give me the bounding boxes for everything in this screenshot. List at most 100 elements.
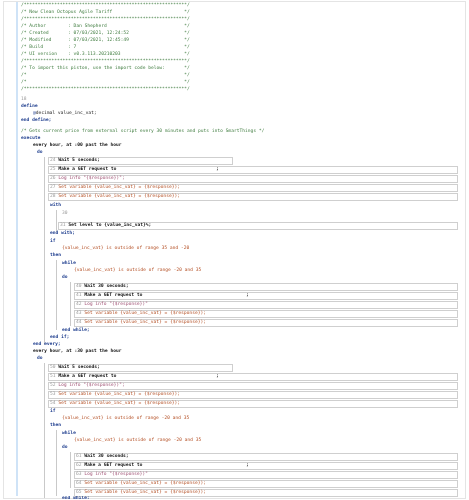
block-bar xyxy=(70,452,71,488)
do-keyword: do xyxy=(37,150,43,155)
statement-wait[interactable]: 24 Wait 5 seconds; xyxy=(50,158,100,165)
statement-wait[interactable]: 50 Wait 5 seconds; xyxy=(50,365,100,372)
statement-semicolon: ; xyxy=(216,167,219,172)
block-bar xyxy=(70,282,71,326)
header-line: /***************************************… xyxy=(21,17,190,22)
condition-text: {value_inc_vat} is outside of range -20 … xyxy=(74,438,202,443)
statement-box[interactable] xyxy=(74,283,458,291)
line-number: 50 xyxy=(50,365,56,370)
header-line: /* Modified : 07/03/2021, 12:45:49 */ xyxy=(21,38,190,43)
statement-text: Set variable {value_inc_vat} = {$respons… xyxy=(58,401,181,406)
while-keyword[interactable]: while xyxy=(62,431,76,438)
statement-set-variable[interactable]: 53 Set variable {value_inc_vat} = {$resp… xyxy=(50,392,180,399)
header-line: /* */ xyxy=(21,80,190,85)
do-keyword: do xyxy=(62,275,68,280)
line-number: 65 xyxy=(76,490,82,495)
block-bar xyxy=(56,210,57,232)
then-keyword: then xyxy=(50,423,62,428)
variable-declaration[interactable]: @decimal value_inc_vat; xyxy=(33,111,97,118)
then-keyword: then xyxy=(50,253,62,258)
statement-text: Set level to {value_inc_vat}%; xyxy=(68,223,152,228)
header-line: /* UI version : v0.3.113.20210203 */ xyxy=(21,52,190,57)
if-condition[interactable]: {value_inc_vat} is outside of range -20 … xyxy=(62,416,189,423)
statement-set-variable[interactable]: 44 Set variable {value_inc_vat} = {$resp… xyxy=(76,320,206,327)
every-statement[interactable]: every hour, at :30 past the hour xyxy=(33,349,122,356)
statement-set-variable[interactable]: 54 Set variable {value_inc_vat} = {$resp… xyxy=(50,401,180,408)
statement-box[interactable] xyxy=(74,453,458,461)
statement-text: Make a GET request to xyxy=(84,293,143,298)
end-define-keyword: end define; xyxy=(21,118,52,123)
condition-text: {value_inc_vat} is outside of range -20 … xyxy=(62,416,190,421)
statement-get-request[interactable]: 51 Make a GET request to xyxy=(50,374,116,381)
statement-set-variable[interactable]: 43 Set variable {value_inc_vat} = {$resp… xyxy=(76,311,206,318)
statement-set-variable[interactable]: 65 Set variable {value_inc_vat} = {$resp… xyxy=(76,490,206,497)
block-bar xyxy=(44,363,45,498)
end-if-keyword: end if; xyxy=(50,335,70,340)
end-while-keyword: end while; xyxy=(62,328,90,333)
line-number: 42 xyxy=(76,302,82,307)
statement-text: Make a GET request to xyxy=(84,463,143,468)
block-bar xyxy=(56,430,57,496)
if-keyword[interactable]: if xyxy=(50,239,56,246)
line-number: 63 xyxy=(76,472,82,477)
statement-set-level[interactable]: 31 Set level to {value_inc_vat}%; xyxy=(60,223,151,230)
while-keyword[interactable]: while xyxy=(62,261,76,268)
line-number: 62 xyxy=(76,463,82,468)
line-number: 44 xyxy=(76,320,82,325)
statement-text: Log info "{$response})" xyxy=(84,302,148,307)
while-condition[interactable]: {value_inc_vat} is outside of range -20 … xyxy=(74,438,201,445)
statement-set-variable[interactable]: 28 Set variable {value_inc_vat} = {$resp… xyxy=(50,194,180,201)
header-line: /* Build : 7 */ xyxy=(21,45,190,50)
statement-text: Set variable {value_inc_vat} = {$respons… xyxy=(58,392,181,397)
header-line: /* Created : 07/03/2021, 12:24:52 */ xyxy=(21,31,190,36)
statement-log[interactable]: 42 Log info "{$response})" xyxy=(76,302,148,309)
line-number: 51 xyxy=(50,374,56,379)
header-line: /***************************************… xyxy=(21,87,190,92)
with-keyword[interactable]: with xyxy=(50,203,61,210)
statement-get-request[interactable]: 41 Make a GET request to xyxy=(76,293,142,300)
statement-text: Wait 5 seconds; xyxy=(58,158,100,163)
define-keyword[interactable]: define xyxy=(21,104,38,111)
line-number: 54 xyxy=(50,401,56,406)
statement-semicolon: ; xyxy=(246,463,249,468)
header-line: /* To import this piston, use the import… xyxy=(21,66,190,71)
statement-text: Wait 30 seconds; xyxy=(84,454,129,459)
while-condition[interactable]: {value_inc_vat} is outside of range -20 … xyxy=(74,268,201,275)
statement-get-request[interactable]: 62 Make a GET request to xyxy=(76,463,142,470)
block-bar xyxy=(56,260,57,330)
every-statement[interactable]: every hour, at :00 past the hour xyxy=(33,143,122,150)
end-every-keyword: end every; xyxy=(33,342,61,347)
line-number: 64 xyxy=(76,481,82,486)
statement-get-request[interactable]: 25 Make a GET request to xyxy=(50,167,116,174)
decl-text: decimal value_inc_vat; xyxy=(35,111,97,116)
statement-log[interactable]: 26 Log info "{$response})"; xyxy=(50,176,125,183)
end-while-keyword: end while; xyxy=(62,496,90,499)
header-line: /* New Clean Octopus Agile Tariff */ xyxy=(21,10,190,15)
statement-wait[interactable]: 61 Wait 30 seconds; xyxy=(76,454,129,461)
line-number: 26 xyxy=(50,176,56,181)
line-number: 18 xyxy=(21,97,27,102)
statement-log[interactable]: 63 Log info "{$response})" xyxy=(76,472,148,479)
statement-text: Log info "{$response})" xyxy=(84,472,148,477)
statement-text: Set variable {value_inc_vat} = {$respons… xyxy=(84,490,207,495)
statement-log[interactable]: 52 Log info "{$response})"; xyxy=(50,383,125,390)
if-condition[interactable]: {value_inc_vat} is outside of range 35 a… xyxy=(62,246,189,253)
header-line: /* */ xyxy=(21,73,190,78)
line-number: 41 xyxy=(76,293,82,298)
statement-set-variable[interactable]: 27 Set variable {value_inc_vat} = {$resp… xyxy=(50,185,180,192)
line-number: 40 xyxy=(76,284,82,289)
statement-semicolon: ; xyxy=(216,374,219,379)
statement-set-variable[interactable]: 64 Set variable {value_inc_vat} = {$resp… xyxy=(76,481,206,488)
statement-wait[interactable]: 40 Wait 30 seconds; xyxy=(76,284,129,291)
statement-text: Set variable {value_inc_vat} = {$respons… xyxy=(58,185,181,190)
statement-text: Log info "{$response})"; xyxy=(58,383,125,388)
do-keyword: do xyxy=(62,445,68,450)
header-line: /***************************************… xyxy=(21,3,190,8)
statement-text: Set variable {value_inc_vat} = {$respons… xyxy=(84,320,207,325)
line-number: 24 xyxy=(50,158,56,163)
statement-text: Make a GET request to xyxy=(58,374,117,379)
statement-semicolon: ; xyxy=(246,293,249,298)
if-keyword[interactable]: if xyxy=(50,409,56,416)
statement-text: Set variable {value_inc_vat} = {$respons… xyxy=(84,481,207,486)
line-number: 53 xyxy=(50,392,56,397)
